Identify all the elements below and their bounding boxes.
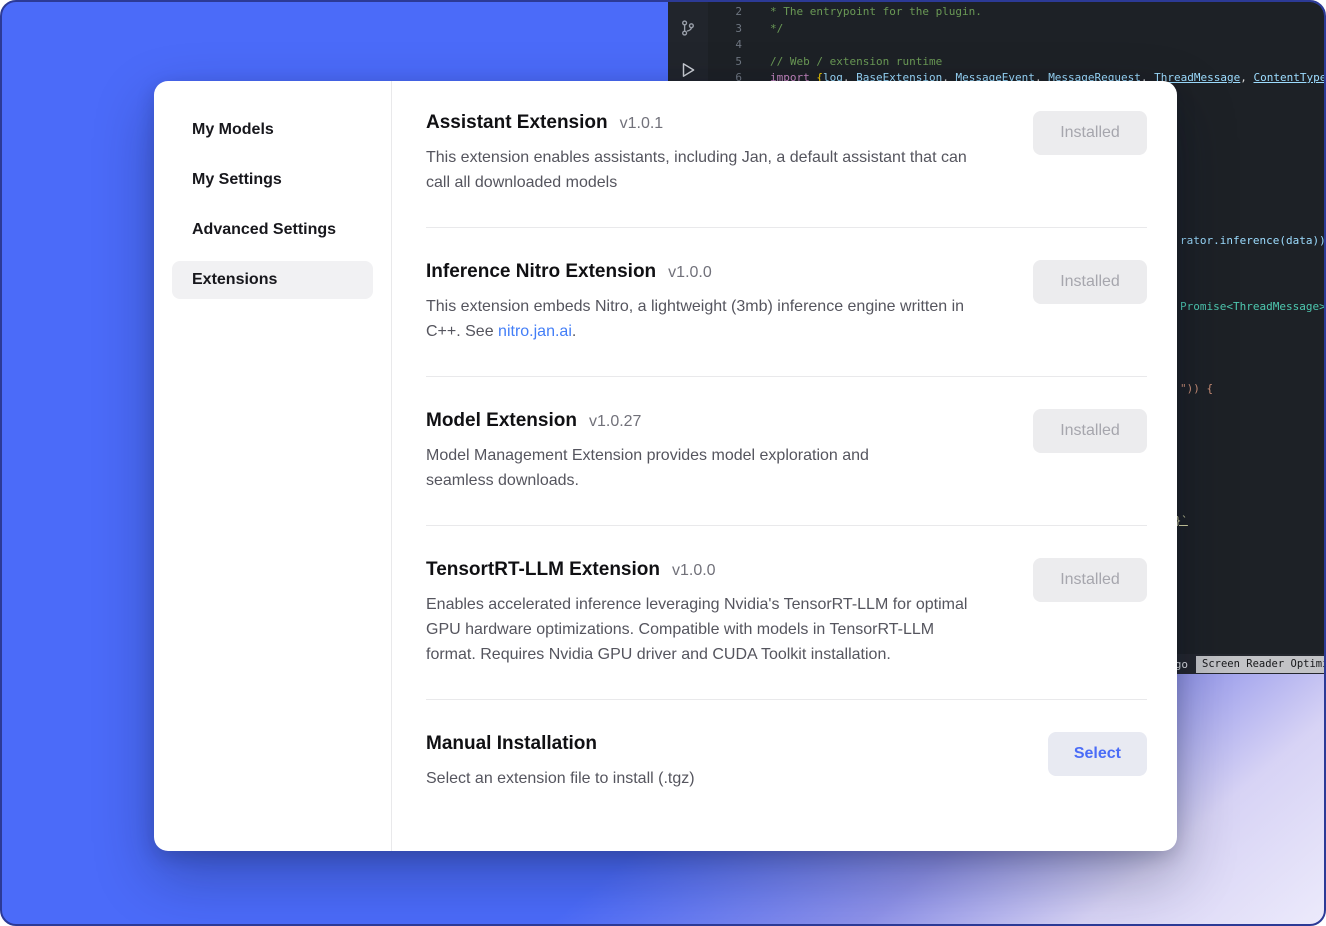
code-fragment: rator.inference(data));	[1180, 233, 1326, 250]
code-line: 3 */	[708, 21, 1326, 38]
extension-description: Model Management Extension provides mode…	[426, 443, 926, 493]
code-text: */	[770, 21, 783, 38]
extension-version: v1.0.1	[620, 115, 664, 133]
code-fragment: Promise<ThreadMessage>	[1180, 299, 1326, 316]
select-file-button[interactable]: Select	[1048, 732, 1147, 776]
code-fragment: ")) {	[1180, 381, 1213, 398]
installed-button[interactable]: Installed	[1033, 111, 1147, 155]
run-debug-icon[interactable]	[678, 60, 698, 80]
source-control-icon[interactable]	[678, 18, 698, 38]
extension-description: Enables accelerated inference leveraging…	[426, 592, 986, 667]
code-text: // Web / extension runtime	[770, 54, 942, 71]
manual-installation-row: Manual Installation Select an extension …	[426, 700, 1147, 823]
screen: 2 * The entrypoint for the plugin. 3 */ …	[0, 0, 1326, 926]
code-line: 5 // Web / extension runtime	[708, 54, 1326, 71]
code-line: 2 * The entrypoint for the plugin.	[708, 4, 1326, 21]
sidebar-item-advanced-settings[interactable]: Advanced Settings	[172, 211, 373, 249]
manual-installation-title: Manual Installation	[426, 732, 597, 756]
extensions-panel: Assistant Extension v1.0.1 This extensio…	[392, 81, 1177, 851]
settings-sidebar: My Models My Settings Advanced Settings …	[154, 81, 392, 851]
line-number: 3	[708, 21, 742, 38]
line-number: 4	[708, 37, 742, 54]
extension-version: v1.0.0	[672, 562, 716, 580]
extension-title: Model Extension	[426, 409, 577, 433]
extension-title: Inference Nitro Extension	[426, 260, 656, 284]
installed-button[interactable]: Installed	[1033, 558, 1147, 602]
description-text: .	[572, 323, 576, 340]
nitro-jan-ai-link[interactable]: nitro.jan.ai	[498, 323, 572, 340]
code-text: * The entrypoint for the plugin.	[770, 4, 982, 21]
code-line: 4	[708, 37, 1326, 54]
code-area: 2 * The entrypoint for the plugin. 3 */ …	[708, 4, 1326, 87]
extension-row-model: Model Extension v1.0.27 Model Management…	[426, 377, 1147, 526]
extension-description: This extension embeds Nitro, a lightweig…	[426, 294, 971, 344]
line-number: 2	[708, 4, 742, 21]
screen-reader-badge[interactable]: Screen Reader Optimize	[1196, 656, 1326, 673]
extension-row-assistant: Assistant Extension v1.0.1 This extensio…	[426, 83, 1147, 228]
extension-version: v1.0.27	[589, 413, 641, 431]
extension-description: This extension enables assistants, inclu…	[426, 145, 986, 195]
manual-installation-description: Select an extension file to install (.tg…	[426, 766, 695, 791]
sidebar-item-extensions[interactable]: Extensions	[172, 261, 373, 299]
settings-modal: My Models My Settings Advanced Settings …	[154, 81, 1177, 851]
installed-button[interactable]: Installed	[1033, 260, 1147, 304]
extension-title: Assistant Extension	[426, 111, 608, 135]
sidebar-item-my-models[interactable]: My Models	[172, 111, 373, 149]
installed-button[interactable]: Installed	[1033, 409, 1147, 453]
line-number: 5	[708, 54, 742, 71]
extension-row-tensorrt-llm: TensortRT-LLM Extension v1.0.0 Enables a…	[426, 526, 1147, 700]
extension-title: TensortRT-LLM Extension	[426, 558, 660, 582]
extension-row-inference-nitro: Inference Nitro Extension v1.0.0 This ex…	[426, 228, 1147, 377]
extension-version: v1.0.0	[668, 264, 712, 282]
sidebar-item-my-settings[interactable]: My Settings	[172, 161, 373, 199]
